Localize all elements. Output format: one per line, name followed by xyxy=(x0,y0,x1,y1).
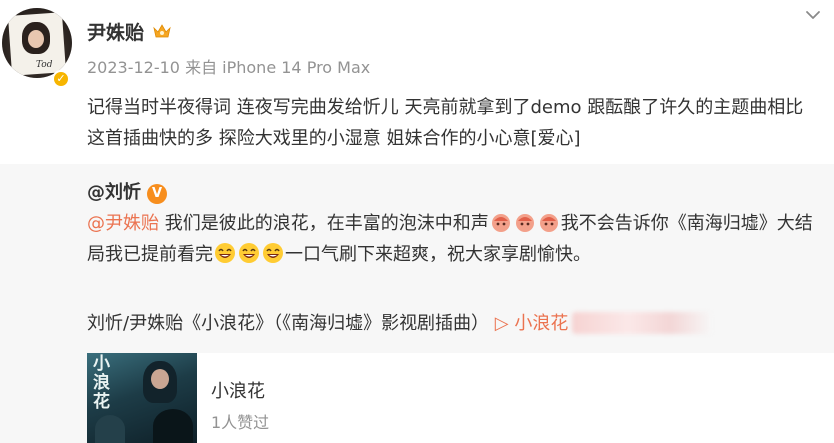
music-card[interactable]: 小浪花 小浪花 1人赞过 xyxy=(87,353,834,443)
crown-icon xyxy=(153,24,171,38)
song-line: 刘忻/尹姝贻《小浪花》（《南海归墟》影视剧插曲） ▷ 小浪花 xyxy=(87,309,713,335)
blurred-region xyxy=(572,312,713,334)
wave-emoji-icon xyxy=(539,214,558,232)
song-credit: 刘忻/尹姝贻《小浪花》（《南海归墟》影视剧插曲） xyxy=(87,313,490,334)
laughing-emoji-icon xyxy=(263,243,283,263)
repost-text-part3: 一口气刷下来超爽，祝大家享剧愉快。 xyxy=(285,244,591,265)
wave-emoji-icon xyxy=(491,214,510,232)
repost-author-row: @刘忻 V xyxy=(87,178,167,204)
avatar-image: Tod xyxy=(2,8,72,78)
music-cover-image: 小浪花 xyxy=(87,353,197,443)
laughing-emoji-icon xyxy=(239,243,259,263)
repost-text-part1: 我们是彼此的浪花，在丰富的泡沫中和声 xyxy=(159,213,489,234)
music-card-title[interactable]: 小浪花 xyxy=(211,377,265,403)
repost-text: @尹姝贻 我们是彼此的浪花，在丰富的泡沫中和声 我不会告诉你《南海归墟》大结局我已… xyxy=(87,208,822,270)
author-avatar[interactable]: Tod ✓ xyxy=(2,8,72,88)
verified-badge-icon: ✓ xyxy=(52,70,70,88)
wave-emoji-icon xyxy=(515,214,534,232)
song-link[interactable]: ▷ 小浪花 xyxy=(495,313,569,334)
post-text: 记得当时半夜得词 连夜写完曲发给忻儿 天亮前就拿到了demo 跟酝酿了许久的主题… xyxy=(87,97,804,149)
reposted-content[interactable]: @刘忻 V @尹姝贻 我们是彼此的浪花，在丰富的泡沫中和声 我不会告诉你《南海归墟》… xyxy=(0,164,834,443)
laughing-emoji-icon xyxy=(215,243,235,263)
chevron-down-icon[interactable] xyxy=(804,6,822,24)
music-card-likes: 1人赞过 xyxy=(211,413,270,432)
repost-author-name[interactable]: @刘忻 xyxy=(87,182,141,203)
cover-title: 小浪花 xyxy=(93,354,110,412)
author-name[interactable]: 尹姝贻 xyxy=(87,18,144,45)
weibo-post: Tod ✓ 尹姝贻 2023-12-10 来自 iPhone 14 Pro Ma… xyxy=(0,0,834,443)
post-meta: 2023-12-10 来自 iPhone 14 Pro Max xyxy=(87,58,371,77)
verified-v-icon: V xyxy=(147,184,167,204)
mention-link[interactable]: @尹姝贻 xyxy=(87,213,159,234)
